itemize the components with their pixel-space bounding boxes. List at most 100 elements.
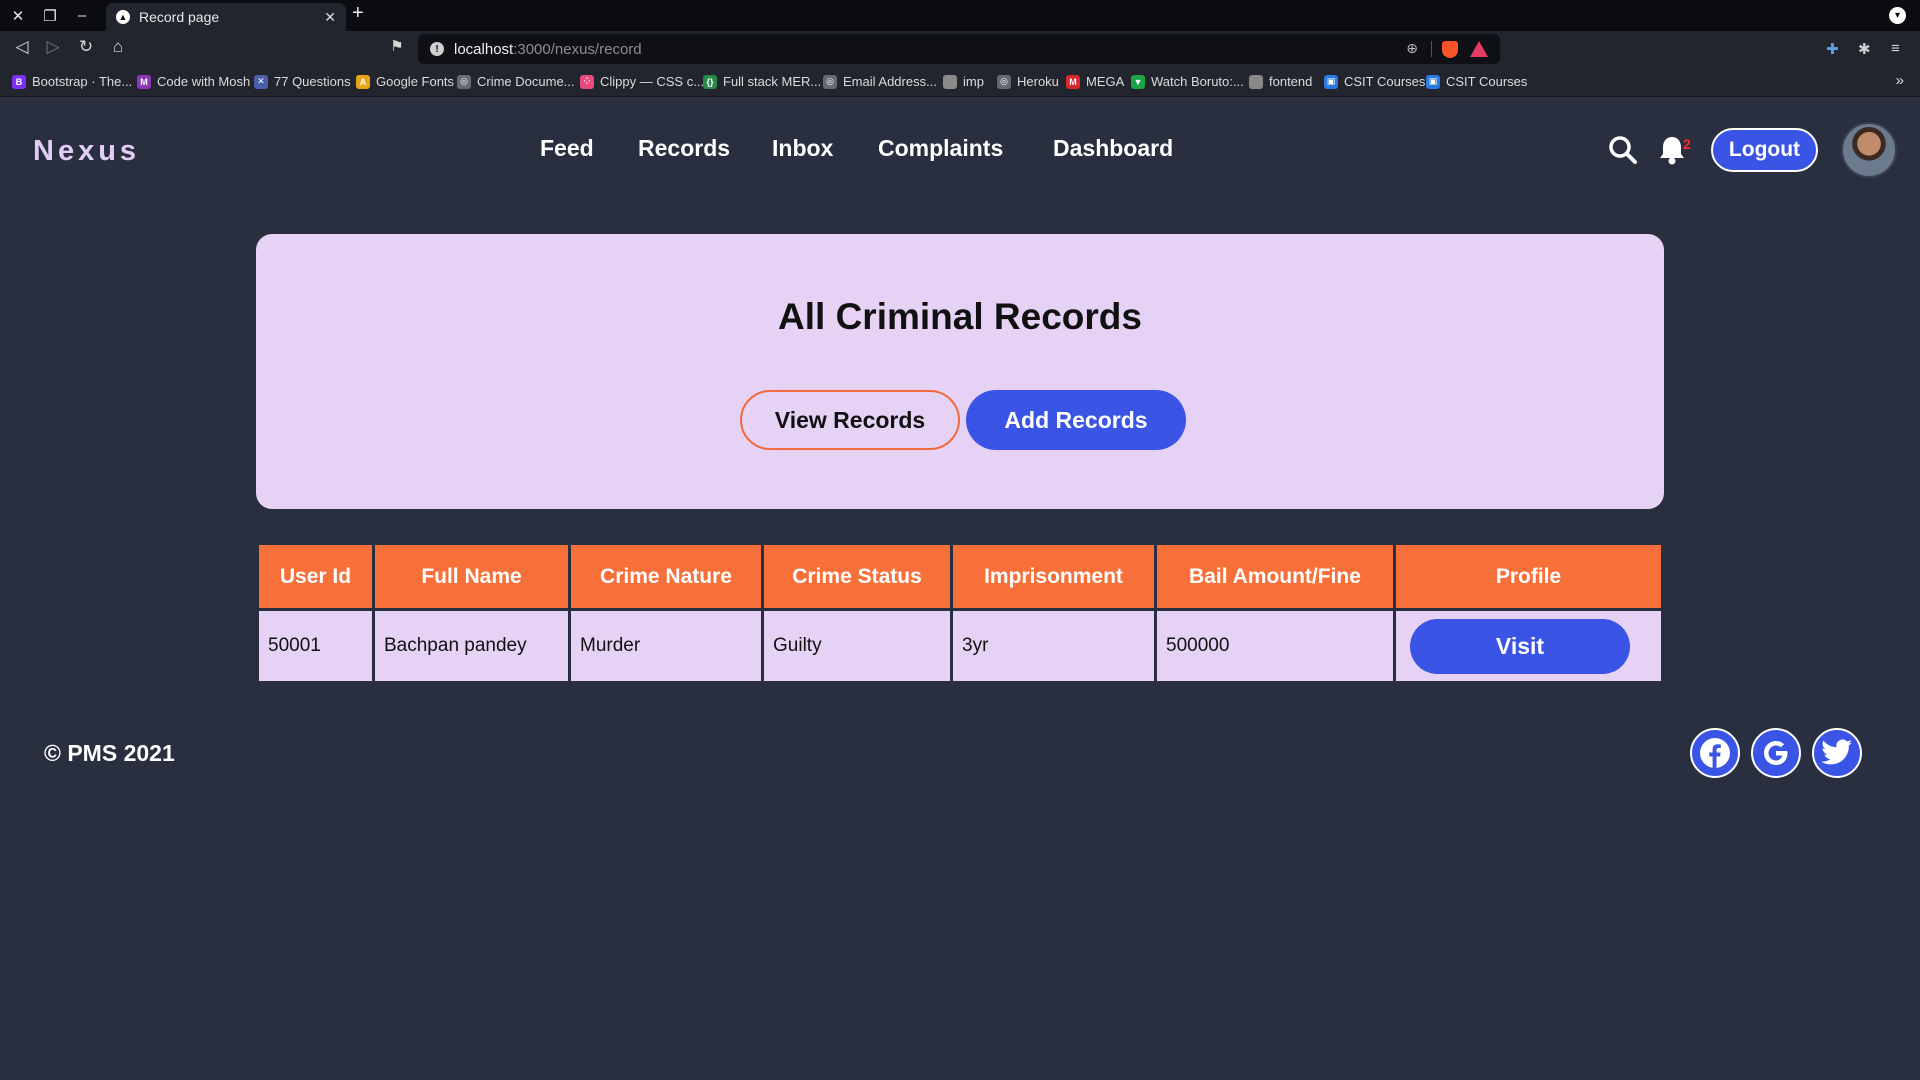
browser-toolbar: ◁ ▷ ↻ ⌂ ⚑ ! localhost:3000/nexus/record … [0, 31, 1920, 67]
search-icon[interactable] [1608, 135, 1638, 165]
google-icon [1764, 741, 1788, 765]
bookmark-label: Heroku [1017, 74, 1059, 89]
nav-complaints[interactable]: Complaints [878, 135, 1003, 162]
site-info-icon[interactable]: ! [430, 42, 444, 56]
brave-shields-icon[interactable] [1442, 41, 1458, 58]
cell-crime-status: Guilty [764, 611, 950, 681]
add-records-button[interactable]: Add Records [966, 390, 1186, 450]
bookmark-label: Code with Mosh [157, 74, 251, 89]
boruto-icon: ▼ [1131, 74, 1145, 89]
avatar[interactable] [1841, 122, 1897, 178]
folder-icon [943, 74, 957, 89]
tab-title: Record page [139, 9, 220, 25]
bookmark-item[interactable]: M Code with Mosh [137, 74, 250, 89]
bookmark-item[interactable]: ◎ Crime Docume... [457, 74, 575, 89]
bookmark-item[interactable]: ⁘ Clippy — CSS c... [580, 74, 704, 89]
bootstrap-icon: B [12, 74, 26, 89]
brave-rewards-icon[interactable] [1470, 41, 1488, 57]
cell-profile: Visit [1396, 611, 1661, 681]
bookmark-page-icon[interactable]: ⚑ [385, 37, 409, 55]
cell-bail-amount: 500000 [1157, 611, 1393, 681]
header-crime-status: Crime Status [764, 545, 950, 608]
folder-icon [1249, 74, 1263, 89]
twitter-link[interactable] [1812, 728, 1862, 778]
visit-profile-button[interactable]: Visit [1410, 618, 1630, 674]
notification-count-badge: 2 [1683, 136, 1691, 152]
window-close-icon[interactable]: ✕ [2, 0, 34, 31]
facebook-link[interactable] [1690, 728, 1740, 778]
window-minimize-icon[interactable]: – [66, 0, 98, 31]
tab-favicon-icon: ▲ [116, 10, 130, 24]
bookmark-item[interactable]: ▣ CSIT Courses [1324, 74, 1425, 89]
nav-feed[interactable]: Feed [540, 135, 594, 162]
bookmark-item[interactable]: ✕ 77 Questions [254, 74, 351, 89]
records-table: User Id Full Name Crime Nature Crime Sta… [256, 542, 1664, 684]
bookmark-label: MEGA [1086, 74, 1125, 89]
cell-imprisonment: 3yr [953, 611, 1154, 681]
back-icon[interactable]: ◁ [10, 37, 34, 57]
bookmarks-overflow-icon[interactable]: » [1896, 72, 1904, 89]
home-icon[interactable]: ⌂ [106, 37, 130, 57]
nav-records[interactable]: Records [638, 135, 730, 162]
new-tab-icon[interactable]: + [352, 2, 364, 25]
code-icon: {} [703, 74, 717, 89]
extensions-puzzle-icon[interactable]: ✱ [1858, 40, 1871, 58]
extension-icon[interactable]: ✚ [1826, 40, 1839, 58]
cell-user-id: 50001 [259, 611, 372, 681]
brand-logo[interactable]: Nexus [33, 135, 140, 168]
bookmark-label: imp [963, 74, 984, 89]
tab-close-icon[interactable]: ✕ [324, 9, 336, 26]
address-bar[interactable]: ! localhost:3000/nexus/record ⊕ [418, 34, 1500, 64]
bookmark-label: Email Address... [843, 74, 937, 89]
bookmark-label: Crime Docume... [477, 74, 575, 89]
bookmark-item[interactable]: ▼ Watch Boruto:... [1131, 74, 1244, 89]
bookmark-item[interactable]: A Google Fonts [356, 74, 454, 89]
cell-crime-nature: Murder [571, 611, 761, 681]
twitter-icon [1821, 739, 1852, 765]
bookmarks-bar: B Bootstrap · The... M Code with Mosh ✕ 77 Qu… [0, 67, 1920, 97]
google-link[interactable] [1751, 728, 1801, 778]
tab-search-icon[interactable]: ▾ [1889, 7, 1906, 24]
mega-icon: M [1066, 74, 1080, 89]
bookmark-label: Watch Boruto:... [1151, 74, 1244, 89]
nav-dashboard[interactable]: Dashboard [1053, 135, 1173, 162]
bookmark-label: CSIT Courses [1446, 74, 1528, 89]
bookmark-item[interactable]: ◎ Heroku [997, 74, 1059, 89]
records-hero-panel: All Criminal Records View Records Add Re… [256, 234, 1664, 509]
bookmark-item[interactable]: fontend [1249, 74, 1312, 89]
bookmark-item[interactable]: imp [943, 74, 984, 89]
table-header-row: User Id Full Name Crime Nature Crime Sta… [259, 545, 1661, 608]
page-title: All Criminal Records [778, 296, 1142, 337]
bookmark-label: 77 Questions [274, 74, 351, 89]
bookmark-item[interactable]: ▣ CSIT Courses [1426, 74, 1527, 89]
browser-menu-icon[interactable]: ≡ [1891, 40, 1900, 57]
zoom-icon[interactable]: ⊕ [1406, 40, 1418, 57]
header-user-id: User Id [259, 545, 372, 608]
facebook-icon [1700, 738, 1730, 768]
clippy-icon: ⁘ [580, 74, 594, 89]
google-fonts-icon: A [356, 74, 370, 89]
csit-icon: ▣ [1426, 74, 1440, 89]
window-restore-icon[interactable]: ❐ [34, 0, 66, 31]
globe-icon: ◎ [997, 74, 1011, 89]
bookmark-item[interactable]: M MEGA [1066, 74, 1124, 89]
view-records-button[interactable]: View Records [740, 390, 960, 450]
url-path: :3000/nexus/record [513, 40, 642, 58]
address-divider [1431, 41, 1432, 57]
header-crime-nature: Crime Nature [571, 545, 761, 608]
bookmark-item[interactable]: ◎ Email Address... [823, 74, 937, 89]
bookmark-label: Google Fonts [376, 74, 455, 89]
bookmark-label: fontend [1269, 74, 1313, 89]
nav-inbox[interactable]: Inbox [772, 135, 833, 162]
header-imprisonment: Imprisonment [953, 545, 1154, 608]
mosh-icon: M [137, 74, 151, 89]
bookmark-label: Bootstrap · The... [32, 74, 133, 89]
browser-tab[interactable]: ▲ Record page ✕ [106, 3, 346, 31]
logout-button[interactable]: Logout [1711, 128, 1818, 172]
bookmark-item[interactable]: B Bootstrap · The... [12, 74, 132, 89]
bookmark-item[interactable]: {} Full stack MER... [703, 74, 821, 89]
reload-icon[interactable]: ↻ [74, 37, 98, 57]
forward-icon[interactable]: ▷ [41, 37, 65, 57]
globe-icon: ◎ [823, 74, 837, 89]
bookmark-label: Full stack MER... [723, 74, 822, 89]
